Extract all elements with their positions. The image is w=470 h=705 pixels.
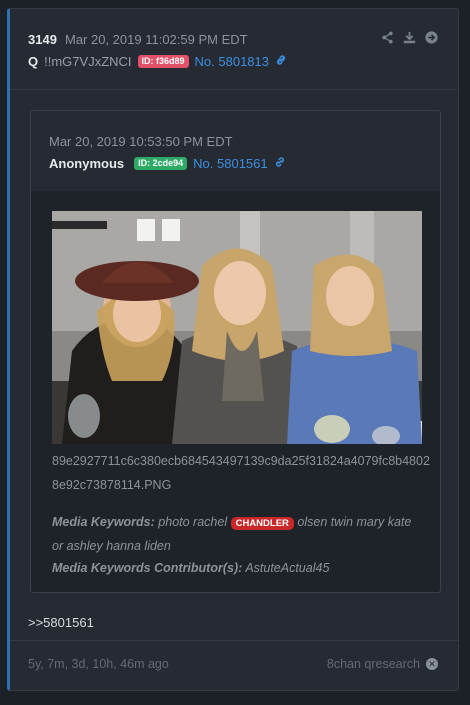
- quoted-poster-id-badge[interactable]: ID: 2cde94: [134, 157, 188, 170]
- link-icon[interactable]: [275, 54, 287, 69]
- link-icon[interactable]: [274, 156, 286, 171]
- source-label: 8chan qresearch ✕: [327, 657, 438, 671]
- post-meta: Q !!mG7VJxZNCI ID: f36d89 No. 5801813: [28, 54, 287, 69]
- media-keywords: Media Keywords: photo rachel CHANDLER ol…: [52, 511, 422, 579]
- reply-reference-link[interactable]: >>5801561: [28, 615, 94, 630]
- source-text: 8chan qresearch: [326, 657, 420, 671]
- poster-name: Q: [28, 54, 39, 69]
- quoted-post-date: Mar 20, 2019 10:53:50 PM EDT: [49, 134, 233, 149]
- keyword-tag: CHANDLER: [230, 517, 294, 530]
- poster-id-badge[interactable]: ID: f36d89: [137, 55, 189, 68]
- contributor-name: AstuteActual45: [245, 561, 330, 575]
- quoted-post-meta: Anonymous ID: 2cde94 No. 5801561: [49, 156, 286, 171]
- post-header: 3149 Mar 20, 2019 11:02:59 PM EDT Q !!mG…: [10, 9, 458, 90]
- quoted-poster-name: Anonymous: [49, 156, 125, 171]
- share-icon[interactable]: [381, 31, 394, 47]
- time-ago: 5y, 7m, 3d, 10h, 46m ago: [28, 657, 169, 671]
- arrow-right-circle-icon[interactable]: [425, 31, 438, 47]
- tripcode: !!mG7VJxZNCI: [44, 54, 132, 69]
- post-no-link[interactable]: No. 5801813: [195, 54, 269, 69]
- quoted-post: Mar 20, 2019 10:53:50 PM EDT Anonymous I…: [30, 110, 441, 593]
- post-actions: [381, 31, 438, 47]
- attached-photo[interactable]: [52, 211, 422, 444]
- post-date: Mar 20, 2019 11:02:59 PM EDT: [65, 32, 248, 47]
- post-footer: 5y, 7m, 3d, 10h, 46m ago 8chan qresearch…: [10, 640, 458, 690]
- keywords-label: Media Keywords:: [52, 515, 155, 529]
- post-card: 3149 Mar 20, 2019 11:02:59 PM EDT Q !!mG…: [7, 8, 459, 691]
- quoted-post-header: Mar 20, 2019 10:53:50 PM EDT Anonymous I…: [31, 111, 440, 192]
- contributor-label: Media Keywords Contributor(s):: [52, 561, 243, 575]
- quoted-post-no-link[interactable]: No. 5801561: [193, 156, 267, 171]
- post-number[interactable]: 3149: [28, 32, 57, 47]
- keywords-text-before: photo rachel: [158, 515, 228, 529]
- quoted-post-body: 89e2927711c6c380ecb684543497139c9da25f31…: [31, 191, 440, 592]
- download-icon[interactable]: [403, 31, 416, 47]
- file-name-link[interactable]: 89e2927711c6c380ecb684543497139c9da25f31…: [52, 449, 432, 497]
- close-icon[interactable]: ✕: [426, 658, 438, 670]
